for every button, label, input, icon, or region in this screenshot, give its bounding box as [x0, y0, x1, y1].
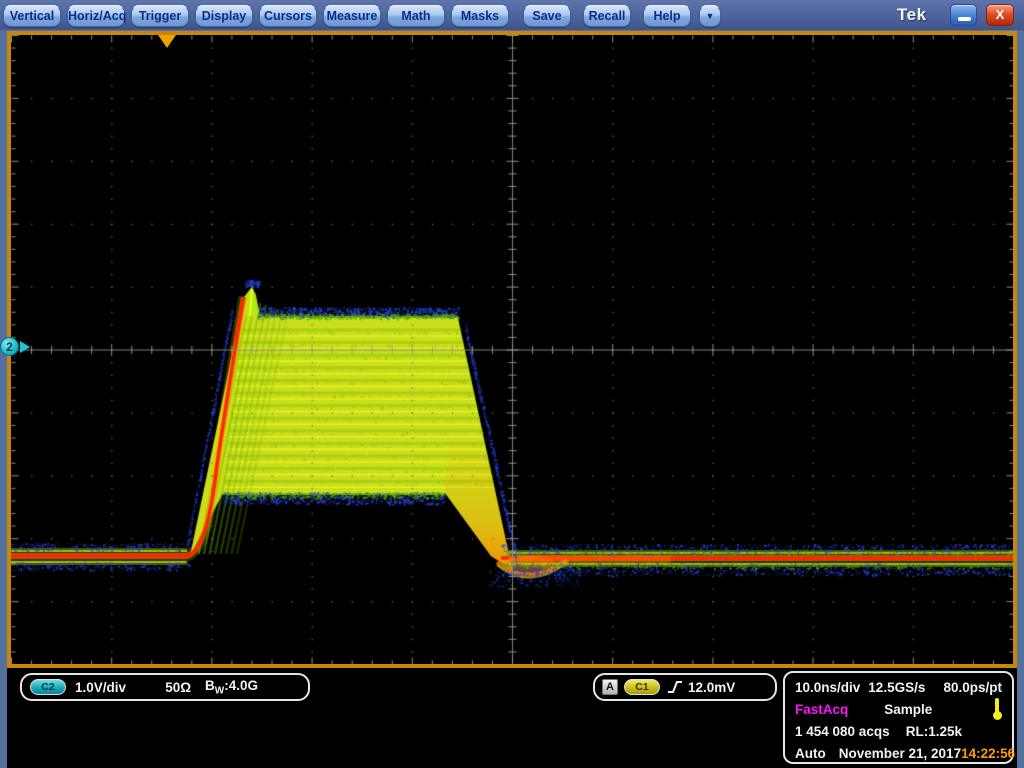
menu-horiz-acq[interactable]: Horiz/Acq — [67, 5, 125, 27]
menu-measure[interactable]: Measure — [323, 5, 381, 27]
channel2-impedance: 50Ω — [165, 680, 191, 695]
date-display: November 21, 2017 — [839, 746, 961, 761]
fastacq-mode: FastAcq — [795, 702, 848, 717]
trigger-level: 12.0mV — [688, 680, 735, 695]
trigger-position-marker[interactable] — [158, 35, 176, 48]
rising-slope-icon — [667, 679, 683, 695]
menu-recall[interactable]: Recall — [583, 5, 631, 27]
record-length: RL:1.25k — [906, 724, 962, 739]
menu-trigger[interactable]: Trigger — [131, 5, 189, 27]
menu-overflow-arrow-icon[interactable]: ▼ — [699, 5, 721, 27]
waveform-canvas — [11, 35, 1013, 664]
menu-math[interactable]: Math — [387, 5, 445, 27]
thermometer-icon — [992, 698, 1002, 720]
menu-cursors[interactable]: Cursors — [259, 5, 317, 27]
menu-help[interactable]: Help — [643, 5, 691, 27]
time-display: 14:22:56 — [961, 746, 1015, 761]
trigger-mode: Auto — [795, 746, 826, 761]
channel2-readout[interactable]: C2 1.0V/div 50Ω BW:4.0G — [20, 673, 310, 701]
sample-rate: 12.5GS/s — [868, 680, 925, 695]
trigger-readout[interactable]: A C1 12.0mV — [593, 673, 777, 701]
menu-masks[interactable]: Masks — [451, 5, 509, 27]
channel2-source-badge: C2 — [30, 679, 66, 695]
close-button[interactable]: X — [986, 4, 1014, 26]
minimize-button[interactable] — [950, 4, 977, 26]
menu-bar: Vertical Horiz/Acq Trigger Display Curso… — [0, 0, 1024, 30]
channel2-bandwidth: BW:4.0G — [205, 678, 258, 697]
acquisition-readout[interactable]: 10.0ns/div 12.5GS/s 80.0ps/pt FastAcq Sa… — [783, 671, 1014, 764]
menu-vertical[interactable]: Vertical — [3, 5, 61, 27]
acquisition-count: 1 454 080 acqs — [795, 724, 890, 739]
timebase: 10.0ns/div — [795, 680, 860, 695]
channel2-badge: 2 — [0, 337, 19, 356]
status-bar: C2 1.0V/div 50Ω BW:4.0G A C1 12.0mV 10.0… — [7, 668, 1017, 768]
channel2-reference-marker[interactable]: 2 — [0, 337, 32, 357]
tek-logo: Tek — [897, 5, 927, 25]
channel2-arrow-icon — [20, 341, 30, 353]
menu-save[interactable]: Save — [523, 5, 571, 27]
menu-display[interactable]: Display — [195, 5, 253, 27]
trigger-source-badge: C1 — [624, 679, 660, 695]
channel2-scale: 1.0V/div — [75, 680, 126, 695]
trigger-bus-badge: A — [602, 679, 618, 695]
waveform-display-frame — [7, 31, 1017, 668]
oscilloscope-screen: Vertical Horiz/Acq Trigger Display Curso… — [0, 0, 1024, 768]
resolution: 80.0ps/pt — [943, 680, 1002, 695]
acquisition-mode: Sample — [884, 702, 932, 717]
minimize-icon — [958, 17, 971, 21]
